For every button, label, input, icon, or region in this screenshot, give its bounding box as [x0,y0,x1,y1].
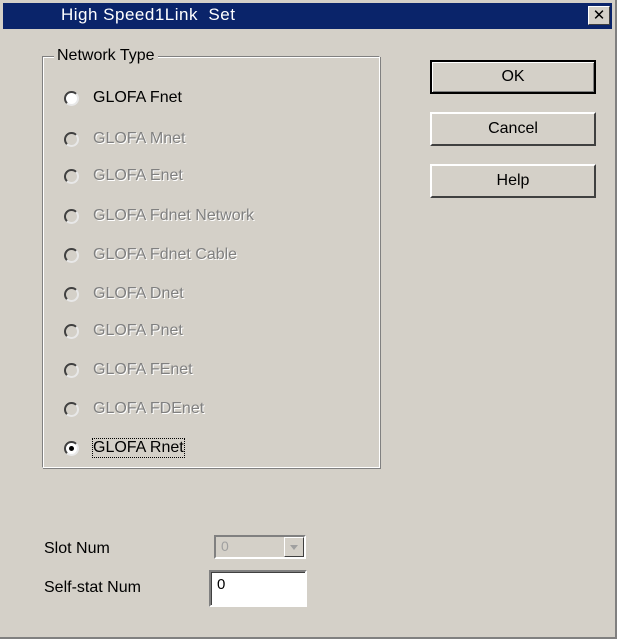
ok-button[interactable]: OK [430,60,596,94]
radio-glofa-dnet[interactable]: GLOFA Dnet [64,283,184,305]
slot-num-value: 0 [221,538,229,554]
radio-icon[interactable] [64,131,79,147]
radio-icon[interactable] [64,168,79,184]
radio-label: GLOFA Dnet [93,285,184,302]
window-title: High Speed1Link Set [61,5,236,24]
radio-icon[interactable] [64,362,79,378]
radio-label: GLOFA Enet [93,167,183,184]
radio-label: GLOFA Mnet [93,130,186,147]
radio-glofa-fdenet[interactable]: GLOFA FDEnet [64,398,204,420]
radio-label: GLOFA Pnet [93,322,183,339]
self-stat-num-value: 0 [217,576,226,593]
radio-label: GLOFA Fnet [93,89,182,106]
radio-icon[interactable] [64,440,79,456]
radio-glofa-fnet[interactable]: GLOFA Fnet [64,87,182,109]
radio-label: GLOFA FDEnet [93,400,205,417]
close-button[interactable]: ✕ [588,6,610,25]
radio-label: GLOFA FEnet [93,361,193,378]
radio-icon[interactable] [64,90,79,106]
radio-glofa-pnet[interactable]: GLOFA Pnet [64,320,183,342]
radio-glofa-fdnet-network[interactable]: GLOFA Fdnet Network [64,205,254,227]
dialog-window: High Speed1Link Set ✕ Network Type GLOFA… [0,0,617,639]
radio-label: GLOFA Rnet [92,438,185,458]
radio-icon[interactable] [64,208,79,224]
radio-icon[interactable] [64,247,79,263]
cancel-button[interactable]: Cancel [430,112,596,146]
radio-icon[interactable] [64,401,79,417]
slot-num-label: Slot Num [44,540,110,557]
chevron-down-icon[interactable] [284,537,304,557]
radio-icon[interactable] [64,323,79,339]
radio-glofa-mnet[interactable]: GLOFA Mnet [64,128,185,150]
radio-glofa-fdnet-cable[interactable]: GLOFA Fdnet Cable [64,244,237,266]
radio-glofa-fenet[interactable]: GLOFA FEnet [64,359,193,381]
close-icon: ✕ [592,6,606,24]
radio-glofa-rnet[interactable]: GLOFA Rnet [64,437,185,459]
help-button[interactable]: Help [430,164,596,198]
title-bar[interactable]: High Speed1Link Set ✕ [3,3,612,29]
self-stat-num-input[interactable]: 0 [209,570,307,607]
radio-label: GLOFA Fdnet Cable [93,246,238,263]
network-type-legend: Network Type [54,47,158,65]
radio-label: GLOFA Fdnet Network [93,207,254,224]
radio-glofa-enet[interactable]: GLOFA Enet [64,165,183,187]
slot-num-select[interactable]: 0 [214,535,306,559]
self-stat-num-label: Self-stat Num [44,579,141,596]
radio-icon[interactable] [64,286,79,302]
